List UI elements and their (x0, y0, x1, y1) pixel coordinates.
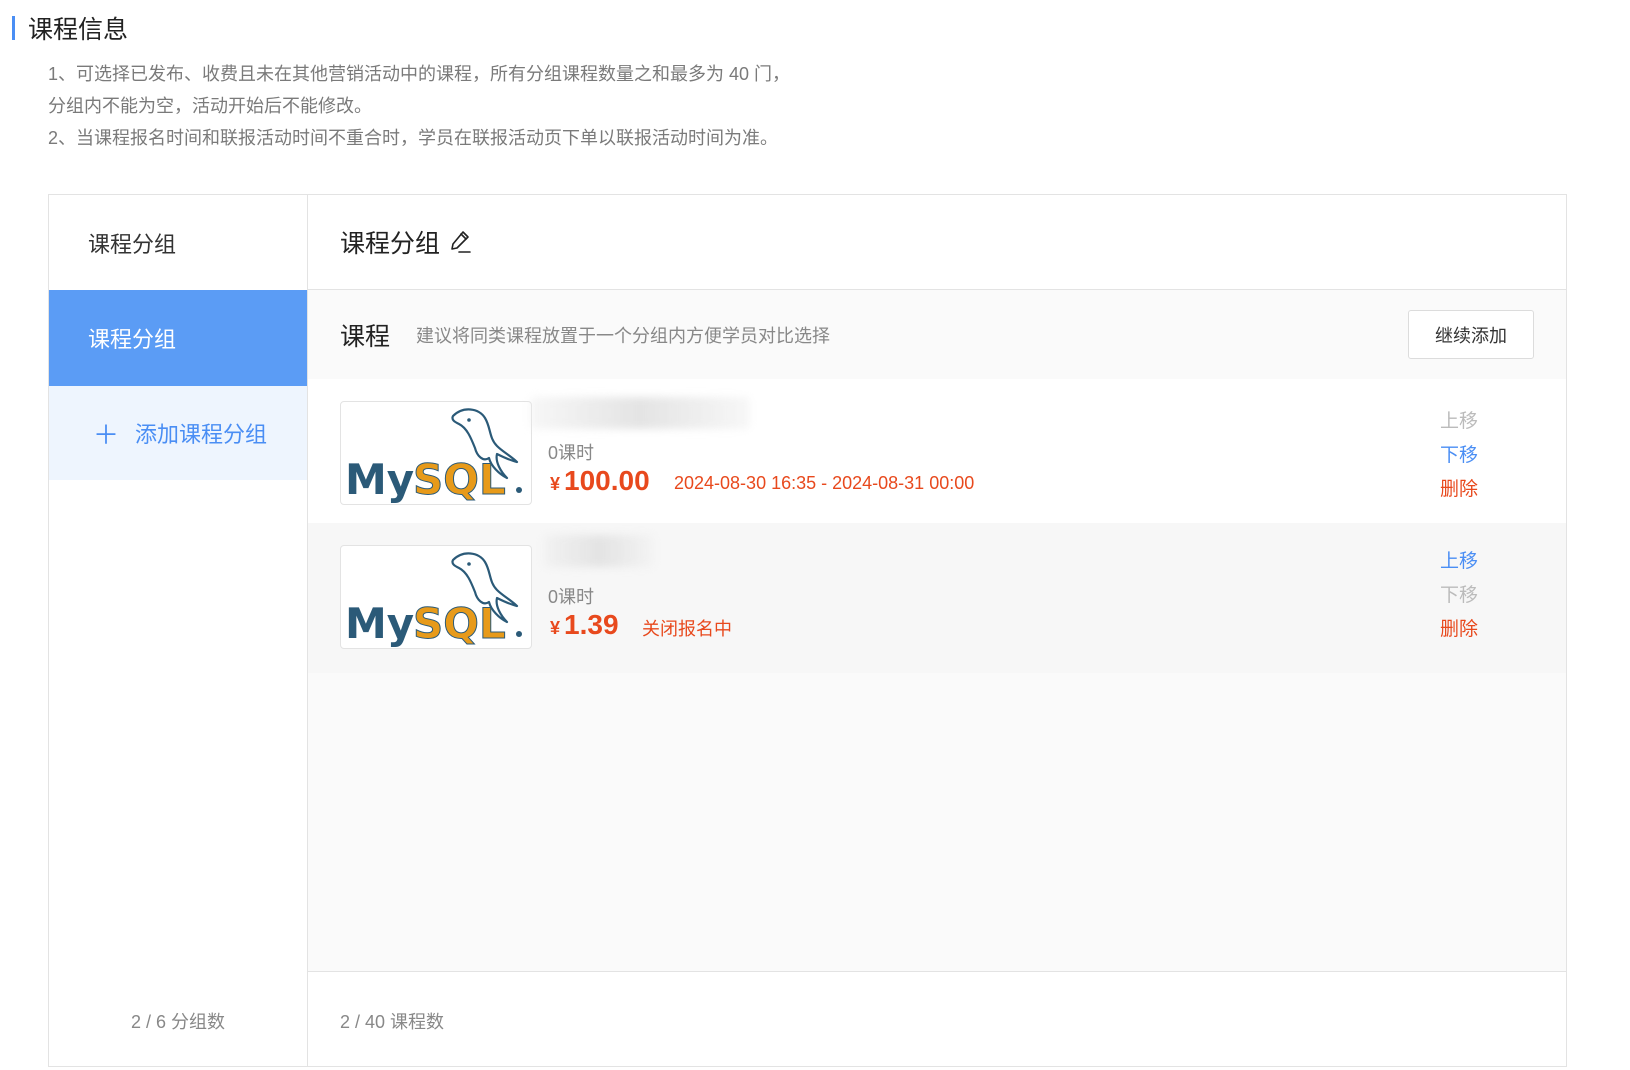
course-actions: 上移 下移 删除 (1440, 545, 1478, 647)
mysql-logo: My SQL (340, 545, 532, 649)
course-status: 关闭报名中 (642, 619, 732, 639)
note-line-3: 2、当课程报名时间和联报活动时间不重合时，学员在联报活动页下单以联报活动时间为准… (48, 128, 779, 148)
course-group-panel: 课程分组 课程分组 ＋ 添加课程分组 2 / 6 分组数 课程分组 课程 建议将… (48, 194, 1567, 1067)
course-hours: 0课时 (548, 443, 595, 463)
move-down-button[interactable]: 下移 (1440, 439, 1478, 473)
group-header: 课程分组 (308, 195, 1566, 290)
svg-text:SQL: SQL (413, 599, 506, 648)
sidebar-header: 课程分组 (88, 231, 177, 257)
section-title: 课程信息 (12, 10, 128, 46)
course-toolbar-title: 课程 (340, 322, 391, 351)
sidebar-item-course-group[interactable]: 课程分组 (49, 290, 307, 386)
plus-icon: ＋ (93, 419, 120, 450)
group-sidebar: 课程分组 课程分组 ＋ 添加课程分组 2 / 6 分组数 (49, 195, 308, 1066)
course-hours: 0课时 (548, 587, 595, 607)
price-value: 1.39 (564, 609, 619, 640)
section-title-bar (12, 16, 15, 40)
course-actions: 上移 下移 删除 (1440, 405, 1478, 507)
move-up-button[interactable]: 上移 (1440, 545, 1478, 579)
delete-button[interactable]: 删除 (1440, 473, 1478, 507)
move-up-button[interactable]: 上移 (1440, 405, 1478, 439)
course-name-redacted (530, 397, 750, 429)
mysql-logo: My SQL (340, 401, 532, 505)
move-down-button[interactable]: 下移 (1440, 579, 1478, 613)
course-toolbar-hint: 建议将同类课程放置于一个分组内方便学员对比选择 (416, 325, 831, 346)
course-row: My SQL 0课时 ¥ 100.00 2024-08-30 16:35 - 2… (308, 379, 1566, 523)
note-line-1: 1、可选择已发布、收费且未在其他营销活动中的课程，所有分组课程数量之和最多为 4… (48, 64, 791, 84)
group-title: 课程分组 (340, 230, 441, 258)
add-group-button[interactable]: ＋ 添加课程分组 (49, 386, 307, 480)
course-count: 2 / 40 课程数 (340, 1012, 445, 1032)
currency-symbol: ¥ (550, 618, 561, 638)
group-count: 2 / 6 分组数 (130, 1012, 226, 1032)
sidebar-item-label: 课程分组 (88, 327, 177, 352)
currency-symbol: ¥ (550, 474, 561, 494)
svg-text:My: My (345, 599, 414, 648)
delete-button[interactable]: 删除 (1440, 613, 1478, 647)
notes: 1、可选择已发布、收费且未在其他营销活动中的课程，所有分组课程数量之和最多为 4… (48, 58, 790, 154)
course-toolbar: 课程 建议将同类课程放置于一个分组内方便学员对比选择 继续添加 (308, 290, 1566, 379)
price-value: 100.00 (564, 465, 650, 496)
svg-text:My: My (345, 455, 414, 504)
section-title-text: 课程信息 (28, 16, 129, 44)
svg-text:SQL: SQL (413, 455, 506, 504)
continue-add-button[interactable]: 继续添加 (1408, 310, 1534, 359)
group-main: 课程分组 课程 建议将同类课程放置于一个分组内方便学员对比选择 继续添加 My … (308, 195, 1566, 1066)
course-row: My SQL 0课时 ¥ 1.39 关闭报名中 上移 下移 删除 (308, 523, 1566, 673)
course-price: ¥ 100.00 (550, 465, 650, 497)
course-price: ¥ 1.39 (550, 609, 619, 641)
pencil-icon[interactable] (448, 229, 472, 255)
course-name-redacted (544, 535, 654, 567)
course-status: 2024-08-30 16:35 - 2024-08-31 00:00 (674, 473, 975, 493)
add-group-label: 添加课程分组 (135, 422, 268, 447)
note-line-2: 分组内不能为空，活动开始后不能修改。 (48, 96, 372, 116)
course-list-area: 课程 建议将同类课程放置于一个分组内方便学员对比选择 继续添加 My SQL 0… (308, 290, 1566, 972)
